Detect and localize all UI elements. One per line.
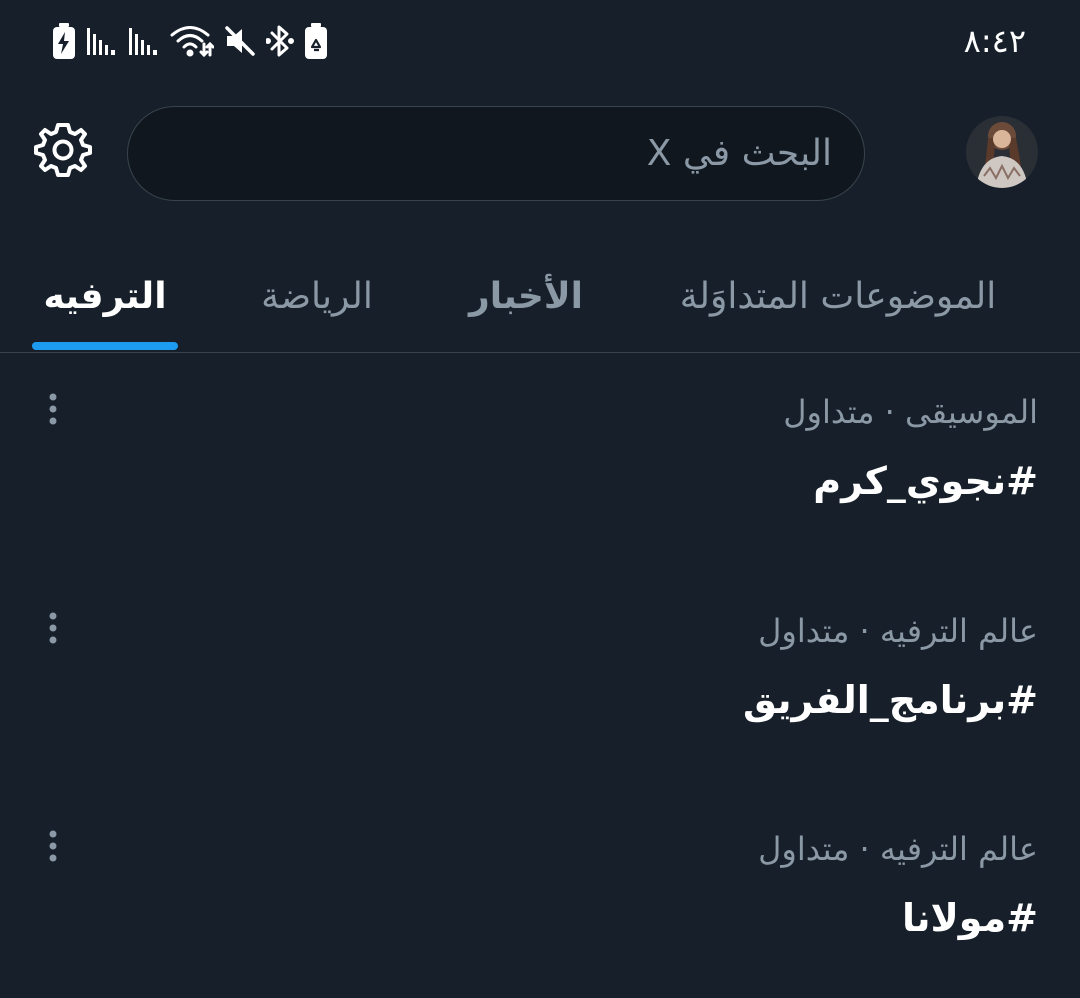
top-header	[0, 100, 1080, 210]
trend-hashtag: #مولانا	[901, 896, 1038, 940]
status-bar: ٨:٤٢	[0, 0, 1080, 80]
explore-screen: ٨:٤٢ البحث في X الموضوعات المتداوَلة الأ…	[0, 0, 1080, 998]
trend-more-button[interactable]	[36, 387, 70, 435]
trend-context: الموسيقى · متداول	[783, 393, 1038, 431]
trend-more-button[interactable]	[36, 824, 70, 872]
tab-trending-label: الموضوعات المتداوَلة	[679, 275, 997, 317]
search-box[interactable]	[127, 106, 865, 201]
trend-item[interactable]: عالم الترفيه · متداول #مولانا	[0, 830, 1080, 998]
more-vertical-icon	[47, 391, 59, 431]
trend-hashtag: #نجوي_كرم	[813, 459, 1038, 503]
signal-icon	[86, 26, 118, 56]
tab-entertainment[interactable]: الترفيه	[20, 240, 190, 352]
tab-trending[interactable]: الموضوعات المتداوَلة	[648, 240, 1028, 352]
explore-tabs: الموضوعات المتداوَلة الأخبار الرياضة الت…	[0, 240, 1080, 353]
wifi-icon	[170, 24, 214, 58]
status-icons	[52, 22, 328, 60]
trend-item[interactable]: عالم الترفيه · متداول #برنامج_الفريق	[0, 612, 1080, 812]
settings-button[interactable]	[28, 114, 98, 190]
trend-context: عالم الترفيه · متداول	[758, 830, 1038, 868]
more-vertical-icon	[47, 610, 59, 650]
tab-entertainment-label: الترفيه	[43, 275, 167, 317]
trend-hashtag: #برنامج_الفريق	[742, 678, 1038, 722]
more-vertical-icon	[47, 828, 59, 868]
battery-charging-icon	[52, 23, 76, 59]
tab-sports-label: الرياضة	[261, 275, 373, 317]
gear-icon	[34, 121, 92, 183]
tab-sports[interactable]: الرياضة	[228, 240, 406, 352]
active-tab-indicator	[32, 342, 178, 350]
trend-item[interactable]: الموسيقى · متداول #نجوي_كرم	[0, 393, 1080, 593]
status-time: ٨:٤٢	[963, 22, 1026, 60]
battery-saver-icon	[304, 23, 328, 59]
avatar[interactable]	[966, 116, 1038, 188]
bluetooth-icon	[266, 24, 294, 58]
signal-icon	[128, 26, 160, 56]
tab-news-label: الأخبار	[468, 275, 584, 317]
search-input[interactable]	[128, 133, 832, 174]
mute-icon	[224, 25, 256, 57]
tab-news[interactable]: الأخبار	[440, 240, 612, 352]
trend-context: عالم الترفيه · متداول	[758, 612, 1038, 650]
trend-more-button[interactable]	[36, 606, 70, 654]
